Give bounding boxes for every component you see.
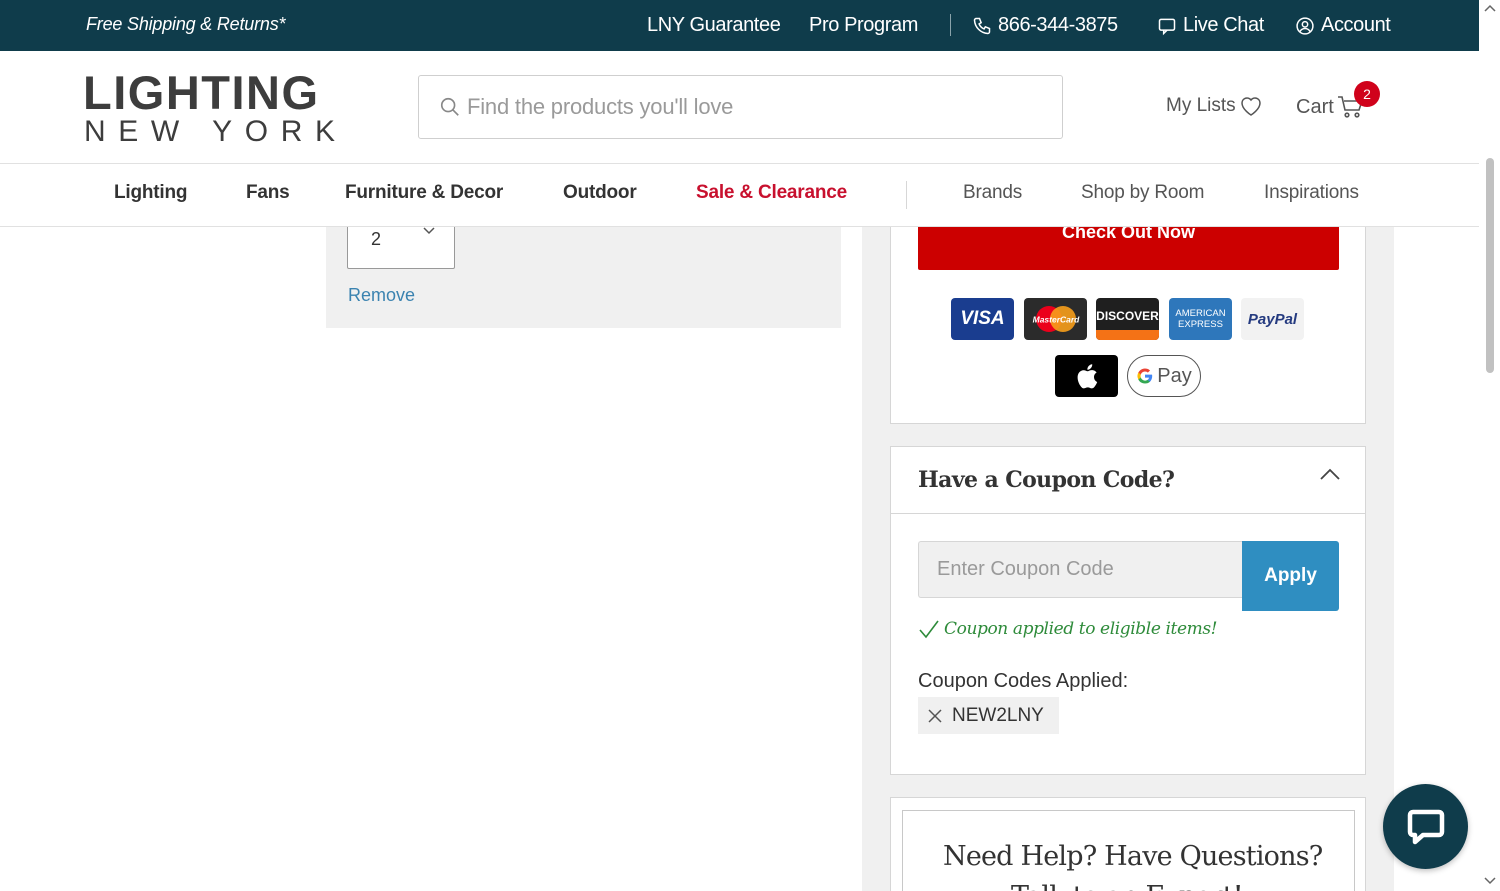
search-box[interactable]: Find the products you'll love — [418, 75, 1063, 139]
nav-lighting[interactable]: Lighting — [114, 182, 188, 204]
visa-label: VISA — [960, 308, 1005, 329]
account-link[interactable]: Account — [1295, 14, 1391, 37]
remove-link[interactable]: Remove — [348, 285, 415, 306]
live-chat-label: Live Chat — [1183, 14, 1264, 36]
discover-label: DISCOVER — [1096, 309, 1159, 323]
live-chat-link[interactable]: Live Chat — [1157, 14, 1264, 37]
nav-inspirations[interactable]: Inspirations — [1264, 182, 1359, 204]
checkmark-icon — [919, 620, 939, 639]
logo-new-york[interactable]: NEW YORK — [84, 117, 348, 147]
coupon-code-input[interactable] — [918, 541, 1243, 598]
help-card-inner: Need Help? Have Questions? Talk to an Ex… — [902, 810, 1355, 891]
chat-bubble-icon — [1158, 18, 1176, 35]
phone-label: 866-344-3875 — [998, 14, 1118, 36]
nav-fans[interactable]: Fans — [246, 182, 290, 204]
lny-guarantee-label: LNY Guarantee — [647, 14, 781, 36]
my-lists-label: My Lists — [1166, 95, 1236, 116]
chevron-down-icon — [423, 227, 435, 235]
account-label: Account — [1321, 14, 1391, 36]
phone-icon — [973, 17, 991, 34]
site-header: LIGHTING NEW YORK Find the products you'… — [0, 51, 1479, 164]
coupon-card: Have a Coupon Code? Apply Coupon applied… — [890, 446, 1366, 775]
cart-label: Cart — [1296, 95, 1334, 118]
google-g-icon — [1137, 368, 1153, 384]
amex-label-top: AMERICAN — [1175, 307, 1226, 319]
search-icon — [440, 97, 459, 116]
coupon-title: Have a Coupon Code? — [918, 467, 1175, 493]
logo-lighting[interactable]: LIGHTING — [83, 69, 320, 116]
google-pay-icon: Pay — [1127, 355, 1201, 397]
scroll-up-icon[interactable] — [1484, 3, 1496, 13]
nav-divider — [906, 181, 907, 209]
nav-outdoor[interactable]: Outdoor — [563, 182, 637, 204]
mastercard-circles: MasterCard — [1032, 306, 1080, 332]
pro-program-link[interactable]: Pro Program — [809, 14, 918, 37]
nav-furniture-decor[interactable]: Furniture & Decor — [345, 182, 503, 204]
apple-logo-icon — [1077, 364, 1097, 389]
visa-icon: VISA — [951, 298, 1014, 340]
chevron-up-icon[interactable] — [1319, 467, 1341, 481]
coupon-success-text: Coupon applied to eligible items! — [944, 619, 1218, 639]
utility-bar: Free Shipping & Returns* LNY Guarantee P… — [0, 0, 1479, 51]
my-lists-link[interactable]: My Lists — [1166, 95, 1263, 117]
pro-program-label: Pro Program — [809, 14, 918, 36]
scrollbar-thumb[interactable] — [1486, 158, 1494, 373]
page: Free Shipping & Returns* LNY Guarantee P… — [0, 0, 1500, 891]
close-icon[interactable] — [927, 708, 943, 724]
paypal-label: PayPal — [1247, 310, 1298, 328]
chat-widget-button[interactable] — [1383, 784, 1468, 869]
main-nav: Lighting Fans Furniture & Decor Outdoor … — [0, 164, 1479, 227]
coupon-divider — [891, 513, 1365, 514]
coupon-success-message: Coupon applied to eligible items! — [918, 619, 1218, 639]
amex-label-bottom: EXPRESS — [1178, 319, 1223, 330]
page-scrollbar[interactable] — [1479, 0, 1500, 891]
help-title: Need Help? Have Questions? — [943, 841, 1323, 872]
quantity-value: 2 — [371, 229, 382, 249]
nav-sale-clearance[interactable]: Sale & Clearance — [696, 182, 847, 204]
nav-shop-by-room[interactable]: Shop by Room — [1081, 182, 1204, 204]
discover-stripe — [1096, 330, 1159, 340]
apply-coupon-button[interactable]: Apply — [1242, 541, 1339, 611]
chat-bubble-icon — [1407, 809, 1444, 844]
utility-divider — [950, 14, 951, 36]
gpay-label: Pay — [1157, 364, 1192, 387]
phone-link[interactable]: 866-344-3875 — [972, 14, 1118, 37]
discover-icon: DISCOVER — [1096, 298, 1159, 340]
applied-coupon-code: NEW2LNY — [952, 704, 1044, 726]
search-input[interactable]: Find the products you'll love — [467, 94, 733, 120]
amex-icon: AMERICAN EXPRESS — [1169, 298, 1232, 340]
applied-coupon-chip: NEW2LNY — [918, 697, 1059, 734]
scroll-down-icon[interactable] — [1484, 876, 1496, 886]
apple-pay-icon — [1055, 355, 1118, 397]
free-shipping-link[interactable]: Free Shipping & Returns* — [86, 14, 286, 35]
help-subtitle: Talk to an Expert! — [1011, 881, 1244, 891]
lny-guarantee-link[interactable]: LNY Guarantee — [647, 14, 781, 37]
paypal-icon: PayPal — [1241, 298, 1304, 340]
mastercard-icon: MasterCard — [1024, 298, 1087, 340]
cart-count-badge: 2 — [1354, 81, 1380, 107]
coupon-codes-applied-label: Coupon Codes Applied: — [918, 670, 1129, 692]
mastercard-label: MasterCard — [1032, 315, 1080, 325]
nav-brands[interactable]: Brands — [963, 182, 1022, 204]
help-card: Need Help? Have Questions? Talk to an Ex… — [890, 797, 1366, 891]
user-circle-icon — [1296, 16, 1314, 35]
heart-icon — [1240, 97, 1261, 116]
